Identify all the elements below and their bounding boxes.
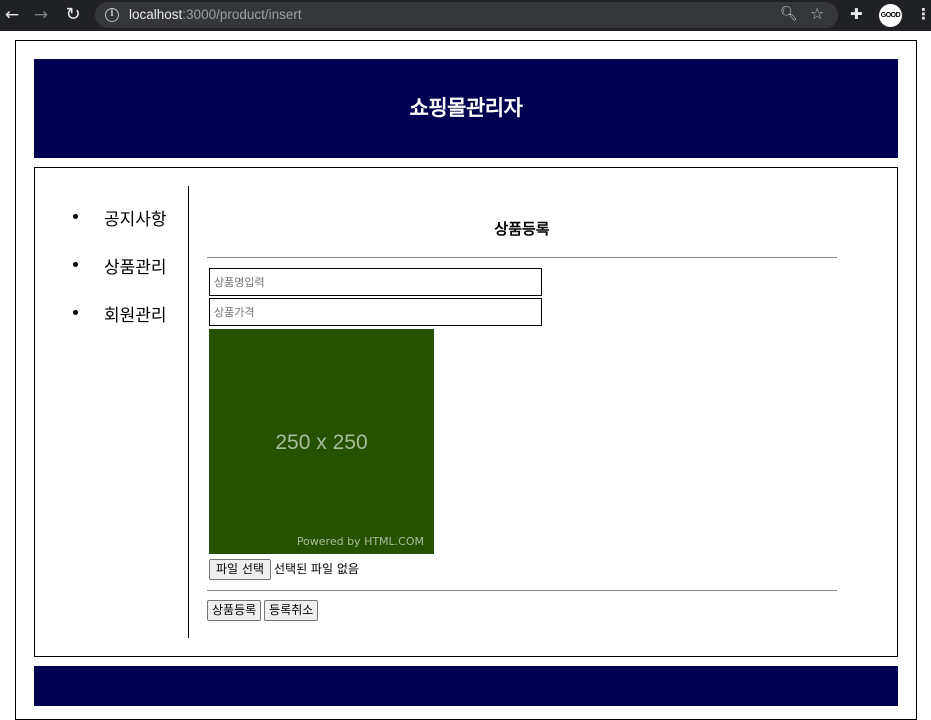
choose-file-button[interactable]: 파일 선택 [209,559,271,580]
sidebar-item-label[interactable]: 상품관리 [104,253,167,278]
site-header: 쇼핑몰관리자 [34,59,898,158]
sidebar: 공지사항 상품관리 회원관리 [35,168,189,656]
product-insert-form: 상품등록 250 x 250 Powered by HTML.COM 파일 선택… [207,168,837,656]
site-footer [34,666,898,706]
zoom-icon[interactable]: 🔍︎ [780,6,798,22]
browser-toolbar: ← → ↻ i localhost:3000/product/insert 🔍︎… [0,0,931,31]
cancel-button[interactable]: 등록취소 [264,600,319,621]
address-url[interactable]: localhost:3000/product/insert [129,6,302,24]
form-actions: 상품등록 등록취소 [207,600,321,621]
divider-bottom [207,590,837,591]
bullet-icon [73,214,78,219]
site-title: 쇼핑몰관리자 [409,96,523,120]
preview-size-label: 250 x 250 [275,431,368,454]
url-host: localhost [129,7,183,22]
product-price-input[interactable] [209,298,542,326]
product-name-input[interactable] [209,268,542,296]
back-arrow-icon[interactable]: ← [0,4,24,26]
forward-arrow-icon[interactable]: → [29,4,53,26]
bullet-icon [73,310,78,315]
image-preview: 250 x 250 Powered by HTML.COM [209,329,434,554]
file-input: 파일 선택 선택된 파일 없음 [209,559,359,581]
form-title: 상품등록 [494,220,550,238]
extensions-puzzle-icon[interactable]: ✚ [850,5,863,23]
divider-top [207,257,837,258]
url-path: :3000/product/insert [182,7,302,22]
sidebar-item-label[interactable]: 공지사항 [104,205,167,230]
reload-icon[interactable]: ↻ [61,4,85,26]
preview-credit: Powered by HTML.COM [296,535,424,548]
kebab-menu-icon[interactable]: ⋮ [916,5,931,23]
sidebar-divider [188,186,189,638]
submit-product-button[interactable]: 상품등록 [207,600,262,621]
bookmark-star-icon[interactable]: ☆ [810,4,824,23]
main-content: 공지사항 상품관리 회원관리 상품등록 250 x 250 Powered by… [34,167,898,657]
sidebar-item-label[interactable]: 회원관리 [104,301,167,326]
address-bar[interactable]: i localhost:3000/product/insert 🔍︎ ☆ [95,2,838,28]
profile-avatar[interactable]: GOOD [879,4,902,27]
bullet-icon [73,262,78,267]
file-status-text: 선택된 파일 없음 [273,562,359,576]
info-icon[interactable]: i [105,8,119,22]
